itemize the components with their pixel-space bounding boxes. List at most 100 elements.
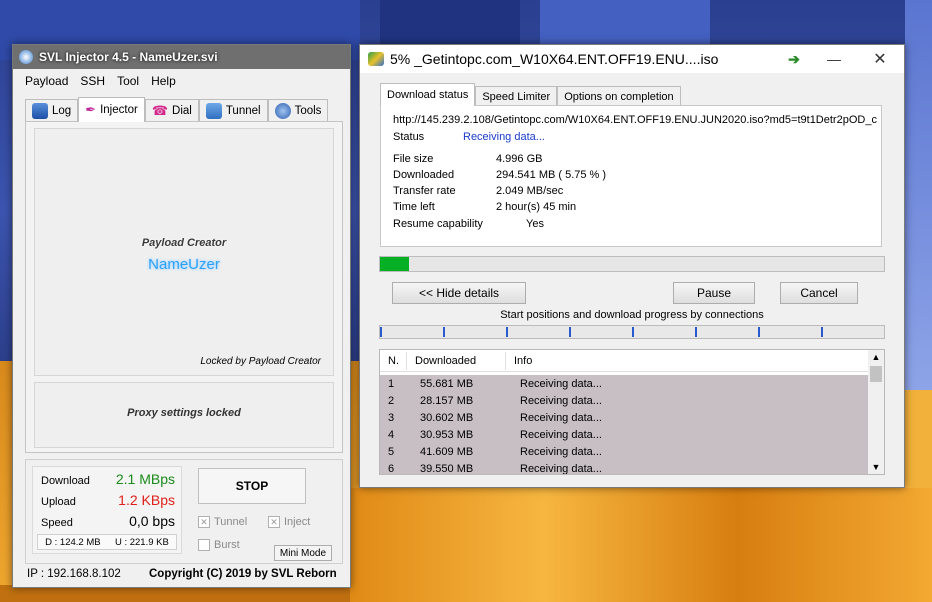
proxy-locked-label: Proxy settings locked [127,407,241,419]
cancel-label: Cancel [800,286,838,300]
tunnel-checkbox-label: Tunnel [214,516,248,528]
mini-mode-button[interactable]: Mini Mode [274,545,332,561]
locked-by-label: Locked by Payload Creator [200,356,321,367]
row-downloaded: 41.609 MB [420,445,474,458]
syringe-icon: ✒ [85,102,97,117]
file-size-label: File size [393,153,434,165]
payload-area: Payload Creator NameUzer Locked by Paylo… [34,128,334,376]
arrow-icon[interactable]: ➔ [774,45,814,73]
tab-speed-limiter[interactable]: Speed Limiter [475,86,558,106]
connections-caption: Start positions and download progress by… [500,309,764,321]
menu-tool[interactable]: Tool [117,74,139,88]
vertical-scrollbar[interactable]: ▲ ▼ [868,350,884,474]
proxy-area: Proxy settings locked [34,382,334,448]
copyright-text: Copyright (C) 2019 by SVL Reborn [149,568,337,580]
wallpaper-tile [540,0,710,45]
inject-checkbox-label: Inject [284,516,311,528]
download-label: Download [41,475,90,487]
close-button[interactable]: ✕ [860,45,900,73]
time-left-value: 2 hour(s) 45 min [496,201,577,213]
tab-dial[interactable]: ☎ Dial [144,99,199,121]
transfer-rate-label: Transfer rate [393,185,456,197]
burst-check-icon [198,539,210,552]
table-row[interactable]: 1 55.681 MB Receiving data... [380,375,712,392]
stats-box: Download 2.1 MBps Upload 1.2 KBps Speed … [32,466,182,554]
table-row[interactable]: 5 41.609 MB Receiving data... [380,443,712,460]
row-downloaded: 30.953 MB [420,428,474,441]
scroll-up-icon[interactable]: ▲ [868,350,884,364]
burst-checkbox[interactable]: Burst [198,539,240,552]
resume-label: Resume capability [393,218,483,230]
svl-titlebar[interactable]: SVL Injector 4.5 - NameUzer.svi [13,45,350,69]
file-size-value: 4.996 GB [496,153,543,165]
pause-label: Pause [696,286,732,300]
tab-options-on-completion[interactable]: Options on completion [557,86,681,106]
connection-marker [632,327,634,337]
scroll-down-icon[interactable]: ▼ [868,460,884,474]
hide-details-button[interactable]: << Hide details [392,282,526,304]
menu-payload[interactable]: Payload [25,74,68,88]
upload-label: Upload [41,496,76,508]
download-value: 2.1 MBps [115,471,175,487]
hide-details-label: << Hide details [418,286,500,300]
row-info: Receiving data... [520,462,602,475]
download-total: D : 124.2 MB [45,536,101,548]
connection-marker [569,327,571,337]
pause-button[interactable]: Pause [673,282,755,304]
inject-check-icon: ✕ [268,516,280,529]
status-label: Status [393,131,425,143]
svl-app-icon [19,50,33,64]
stop-button[interactable]: STOP [198,468,306,504]
row-info: Receiving data... [520,394,602,407]
tab-tunnel[interactable]: Tunnel [198,99,268,121]
tab-injector[interactable]: ✒ Injector [78,97,145,122]
tab-tunnel-label: Tunnel [225,104,261,117]
tab-tools[interactable]: Tools [267,99,329,121]
log-icon [32,102,48,119]
menu-help[interactable]: Help [151,74,176,88]
connection-marker [443,327,445,337]
cancel-button[interactable]: Cancel [780,282,858,304]
inject-checkbox[interactable]: ✕ Inject [268,516,311,529]
time-left-label: Time left [393,201,435,213]
tab-log[interactable]: Log [25,99,79,121]
table-row[interactable]: 6 39.550 MB Receiving data... [380,460,712,475]
table-row[interactable]: 3 30.602 MB Receiving data... [380,409,712,426]
wallpaper-tile [905,0,932,390]
header-n[interactable]: N. [380,355,406,367]
menu-ssh[interactable]: SSH [80,74,105,88]
mini-mode-label: Mini Mode [279,547,327,559]
download-tab-strip: Download status Speed Limiter Options on… [380,83,681,106]
table-body: 1 55.681 MB Receiving data... 2 28.157 MB Rec… [380,375,868,475]
connection-marker [821,327,823,337]
download-url: http://145.239.2.108/Getintopc.com/W10X6… [393,114,877,126]
header-info[interactable]: Info [506,355,532,367]
connection-marker [695,327,697,337]
table-row[interactable]: 2 28.157 MB Receiving data... [380,392,712,409]
svl-injector-window: SVL Injector 4.5 - NameUzer.svi Payload … [12,44,351,588]
row-downloaded: 28.157 MB [420,394,474,407]
tab-dial-label: Dial [172,104,192,117]
row-info: Receiving data... [520,377,602,390]
totals-box: D : 124.2 MB U : 221.9 KB [37,534,177,550]
downloaded-value: 294.541 MB ( 5.75 % ) [496,169,607,181]
connections-bar [379,325,885,339]
minimize-button[interactable]: — [814,45,854,73]
row-number: 6 [388,462,395,475]
wallpaper-tile [350,488,932,602]
table-row[interactable]: 4 30.953 MB Receiving data... [380,426,712,443]
row-downloaded: 30.602 MB [420,411,474,424]
tunnel-checkbox[interactable]: ✕ Tunnel [198,516,248,529]
scroll-thumb[interactable] [870,366,882,382]
row-number: 1 [388,377,395,390]
row-info: Receiving data... [520,411,602,424]
transfer-rate-value: 2.049 MB/sec [496,185,564,197]
header-downloaded[interactable]: Downloaded [407,355,505,367]
download-progress-fill [380,257,409,271]
payload-creator-label: Payload Creator [141,237,227,249]
tab-download-status[interactable]: Download status [380,83,476,106]
tools-icon [274,102,291,119]
tab-download-status-label: Download status [387,89,469,101]
row-info: Receiving data... [520,428,602,441]
connection-marker [758,327,760,337]
